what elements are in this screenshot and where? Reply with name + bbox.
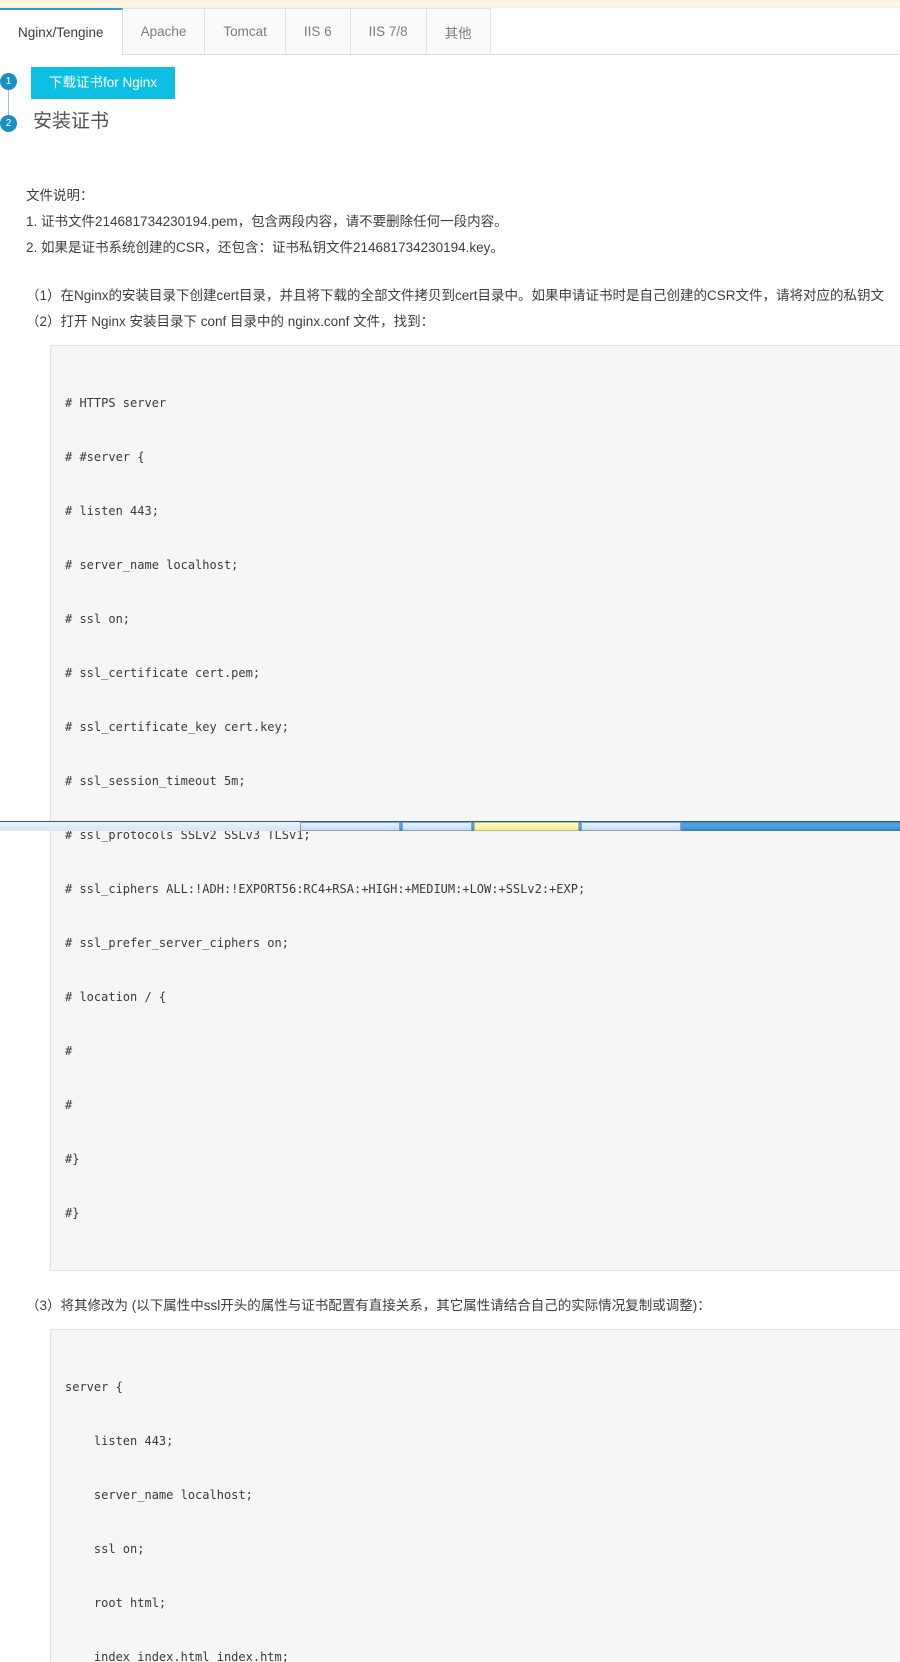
tab-label: Tomcat — [223, 24, 267, 39]
nginx-conf-original-code: # HTTPS server # #server { # listen 443;… — [50, 345, 900, 1271]
code-line: # server_name localhost; — [65, 558, 239, 572]
tab-apache[interactable]: Apache — [121, 8, 206, 54]
instruction-step-1: （1）在Nginx的安装目录下创建cert目录，并且将下载的全部文件拷贝到cer… — [26, 288, 885, 303]
tab-iis-6[interactable]: IIS 6 — [284, 8, 351, 54]
taskbar-start-area[interactable] — [0, 822, 300, 831]
os-taskbar[interactable] — [0, 821, 900, 831]
code-line: # ssl_prefer_server_ciphers on; — [65, 936, 289, 950]
instruction-step-2: （2）打开 Nginx 安装目录下 conf 目录中的 nginx.conf 文… — [26, 314, 435, 329]
code-line: #} — [65, 1152, 80, 1166]
tab-iis-7-8[interactable]: IIS 7/8 — [349, 8, 427, 54]
code-line: index index.html index.htm; — [65, 1650, 289, 1662]
code-line: # — [65, 1044, 73, 1058]
taskbar-window-button-active[interactable] — [474, 822, 579, 831]
step-1-row: 1 下载证书for Nginx — [0, 67, 900, 125]
taskbar-window-button[interactable] — [300, 822, 400, 831]
install-certificate-heading: 安装证书 — [33, 111, 110, 132]
code-line: server { — [65, 1380, 123, 1394]
tab-other[interactable]: 其他 — [425, 8, 491, 54]
taskbar-window-button[interactable] — [402, 822, 472, 831]
tab-label: Nginx/Tengine — [18, 24, 104, 40]
code-line: # ssl_certificate cert.pem; — [65, 666, 261, 680]
code-line: # ssl on; — [65, 612, 131, 626]
server-type-tabbar: Nginx/Tengine Apache Tomcat IIS 6 IIS 7/… — [0, 8, 900, 55]
code-line: server_name localhost; — [65, 1488, 253, 1502]
code-line: # HTTPS server — [65, 396, 167, 410]
tab-tomcat[interactable]: Tomcat — [204, 8, 286, 54]
tabbar-filler — [491, 8, 900, 54]
step-2-row: 2 安装证书 — [0, 111, 900, 157]
taskbar-window-button[interactable] — [581, 822, 681, 831]
instructions-body: 文件说明： 1. 证书文件214681734230194.pem，包含两段内容，… — [0, 183, 900, 1662]
tab-label: IIS 6 — [303, 24, 332, 39]
code-line: #} — [65, 1206, 80, 1220]
file-description-item-2: 2. 如果是证书系统创建的CSR，还包含：证书私钥文件2146817342301… — [26, 240, 504, 255]
nginx-conf-modified-code: server { listen 443; server_name localho… — [50, 1329, 900, 1662]
tab-nginx-tengine[interactable]: Nginx/Tengine — [0, 8, 123, 55]
tab-label: IIS 7/8 — [368, 24, 408, 39]
tab-label: Apache — [140, 24, 187, 39]
file-description-title: 文件说明： — [26, 188, 94, 203]
code-line: # listen 443; — [65, 504, 159, 518]
code-line: # #server { — [65, 450, 145, 464]
step-2-badge: 2 — [0, 115, 17, 132]
code-line: root html; — [65, 1596, 167, 1610]
file-description-item-1: 1. 证书文件214681734230194.pem，包含两段内容，请不要删除任… — [26, 214, 508, 229]
code-line: ssl on; — [65, 1542, 145, 1556]
code-line: # ssl_ciphers ALL:!ADH:!EXPORT56:RC4+RSA… — [65, 882, 586, 896]
step-1-badge: 1 — [0, 73, 17, 90]
code-line: listen 443; — [65, 1434, 174, 1448]
install-steps: 1 下载证书for Nginx 2 安装证书 — [0, 55, 900, 157]
top-accent-strip — [0, 0, 900, 8]
code-line: # location / { — [65, 990, 167, 1004]
instruction-step-3: （3）将其修改为 (以下属性中ssl开头的属性与证书配置有直接关系，其它属性请结… — [26, 1298, 711, 1313]
code-line: # ssl_session_timeout 5m; — [65, 774, 246, 788]
tab-label: 其他 — [444, 25, 472, 41]
code-line: # — [65, 1098, 73, 1112]
download-certificate-button[interactable]: 下载证书for Nginx — [31, 67, 176, 99]
code-line: # ssl_certificate_key cert.key; — [65, 720, 289, 734]
